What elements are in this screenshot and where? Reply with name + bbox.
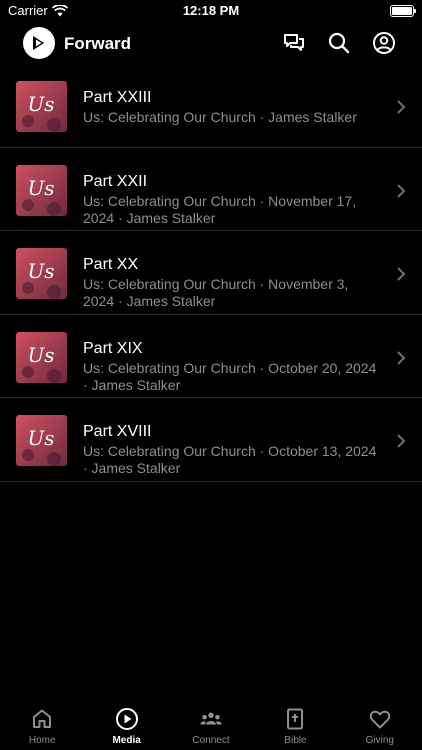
list-item[interactable]: Us Part XVIII Us: Celebrating Our Church… [0, 398, 422, 482]
list-item[interactable]: Us Part XX Us: Celebrating Our Church · … [0, 231, 422, 315]
list-item[interactable]: Us Part XIX Us: Celebrating Our Church ·… [0, 315, 422, 398]
app-logo[interactable] [23, 27, 55, 59]
thumbnail-text: Us [27, 343, 54, 367]
people-icon [200, 712, 222, 725]
list-item[interactable]: Us Part XXII Us: Celebrating Our Church … [0, 148, 422, 231]
item-subtitle: Us: Celebrating Our Church · October 13,… [83, 443, 377, 476]
battery-icon [390, 5, 416, 17]
tab-label: Giving [365, 735, 394, 746]
app-header: Forward [0, 22, 422, 64]
tab-label: Home [28, 735, 56, 746]
thumbnail-text: Us [27, 92, 54, 116]
item-title: Part XIX [83, 339, 143, 357]
tab-label: Connect [192, 735, 230, 746]
status-time: 12:18 PM [182, 3, 240, 18]
series-thumbnail: Us [16, 164, 67, 216]
tab-home[interactable]: Home [0, 700, 84, 750]
tab-label: Bible [284, 735, 307, 746]
item-title: Part XX [83, 256, 139, 273]
chevron-right-icon [397, 100, 406, 114]
item-subtitle: Us: Celebrating Our Church · November 17… [83, 192, 357, 226]
chat-icon[interactable] [282, 31, 306, 55]
forward-logo-icon [33, 36, 44, 50]
search-icon[interactable] [327, 31, 351, 55]
thumbnail-text: Us [27, 176, 54, 200]
profile-icon[interactable] [372, 31, 396, 55]
thumbnail-text: Us [27, 426, 54, 450]
chevron-right-icon [397, 183, 406, 198]
item-title: Part XXIII [83, 89, 152, 106]
tab-bible[interactable]: Bible [253, 700, 337, 750]
chevron-right-icon [397, 350, 406, 365]
list-item[interactable]: Us Part XXIII Us: Celebrating Our Church… [0, 64, 422, 148]
heart-icon [369, 710, 391, 729]
item-subtitle: Us: Celebrating Our Church · November 3,… [83, 276, 349, 309]
item-subtitle: Us: Celebrating Our Church · James Stalk… [83, 109, 357, 125]
tab-label: Media [112, 735, 141, 746]
chevron-right-icon [397, 434, 406, 448]
series-thumbnail: Us [16, 331, 67, 383]
series-thumbnail: Us [16, 81, 67, 132]
home-icon [33, 709, 52, 728]
bible-icon [287, 708, 304, 730]
media-list: Us Part XXIII Us: Celebrating Our Church… [0, 64, 422, 482]
status-bar: Carrier 12:18 PM [0, 0, 422, 22]
tab-giving[interactable]: Giving [338, 700, 422, 750]
play-icon [115, 708, 138, 730]
item-title: Part XVIII [83, 423, 152, 440]
item-subtitle: Us: Celebrating Our Church · October 20,… [83, 359, 377, 393]
app-brand-title: Forward [64, 34, 132, 53]
thumbnail-text: Us [27, 259, 54, 283]
series-thumbnail: Us [16, 248, 67, 299]
tab-bar: Home Media Connect Bible Giving [0, 700, 422, 750]
chevron-right-icon [397, 267, 406, 281]
tab-connect[interactable]: Connect [169, 700, 253, 750]
item-title: Part XXII [83, 172, 148, 190]
tab-media[interactable]: Media [84, 700, 168, 750]
series-thumbnail: Us [16, 415, 67, 466]
